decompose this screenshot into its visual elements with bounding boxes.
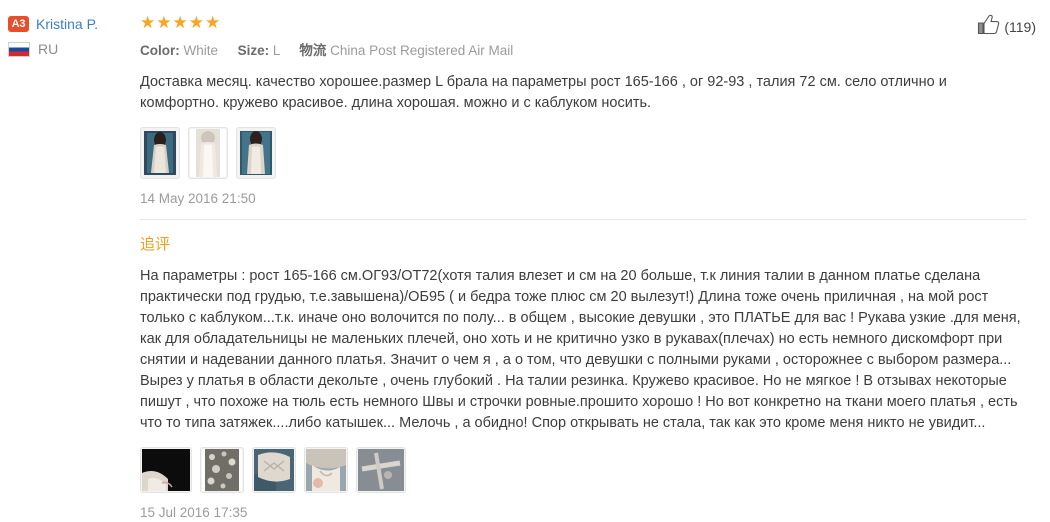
review-date: 14 May 2016 21:50 [140,191,256,206]
followup-section-title: 追评 [140,236,171,253]
size-label: Size: [237,43,270,58]
color-value: White [183,43,219,58]
review-main-row: A3 Kristina P. RU (119) ★★★★★ Color: Whi… [8,12,1036,522]
author-identity: A3 Kristina P. [8,16,140,32]
product-review-card: A3 Kristina P. RU (119) ★★★★★ Color: Whi… [0,0,1050,522]
review-photo-3[interactable] [236,127,276,179]
color-label: Color: [140,43,180,58]
review-attributes: Color: White Size: L 物流 China Post Regis… [140,39,1026,59]
followup-photo-3[interactable] [252,447,296,493]
review-photo-1[interactable] [140,127,180,179]
star-rating: ★★★★★ [140,13,222,32]
author-name-link[interactable]: Kristina P. [36,16,98,32]
review-body-text: Доставка месяц. качество хорошее.размер … [140,74,947,111]
logistics-value: China Post Registered Air Mail [330,43,514,58]
flag-ru-icon [8,41,30,57]
buyer-level-badge: A3 [8,16,29,32]
followup-photo-5[interactable] [356,447,406,493]
followup-photo-2[interactable] [200,447,244,493]
review-photo-list [140,127,1026,179]
author-country: RU [8,41,140,57]
followup-body-text: На параметры : рост 165-166 см.ОГ93/ОТ72… [140,268,1021,431]
followup-photo-4[interactable] [304,447,348,493]
review-photo-2[interactable] [188,127,228,179]
followup-photo-list [140,447,1026,493]
size-value: L [272,43,280,58]
logistics-label: 物流 [299,43,327,58]
helpful-count-label: (119) [1004,19,1036,35]
helpful-vote-button[interactable]: (119) [977,14,1036,40]
thumbs-up-icon [977,14,1000,40]
review-author-column: A3 Kristina P. RU [8,12,140,57]
review-content-column: (119) ★★★★★ Color: White Size: L 物流 Chin… [140,12,1036,522]
followup-date: 15 Jul 2016 17:35 [140,505,248,520]
followup-photo-1[interactable] [140,447,192,493]
country-code-label: RU [38,41,59,57]
section-divider [140,219,1026,220]
